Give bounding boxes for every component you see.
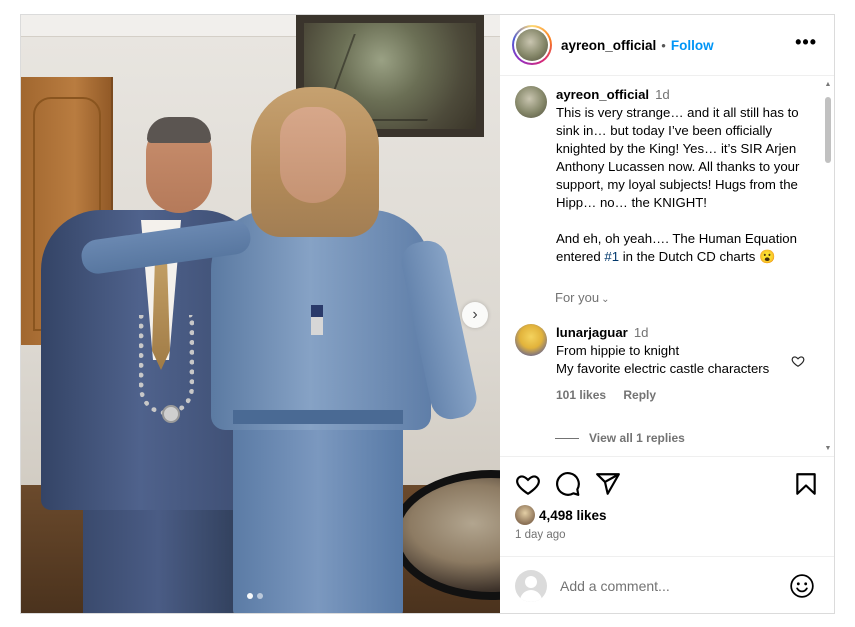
heart-icon[interactable] [515,471,541,497]
carousel-next-button[interactable]: › [462,302,488,328]
post-photo[interactable]: › [21,15,500,613]
post-caption: ayreon_official 1d This is very strange… … [515,86,811,266]
post-dialog: › ayreon_official • Follow ••• ayreon_of… [20,14,835,614]
post-side-panel: ayreon_official • Follow ••• ayreon_offi… [500,15,834,613]
commenter-username[interactable]: lunarjaguar [556,325,628,340]
liker-avatar [515,505,535,525]
caption-age: 1d [655,87,670,102]
likes-summary[interactable]: 4,498 likes [515,505,607,525]
photo-right-man-belt [233,410,403,424]
post-time: 1 day ago [515,529,566,541]
current-user-avatar [515,570,547,602]
carousel-dot-1 [247,593,253,599]
emoji-icon[interactable] [789,573,815,599]
comment-item: lunarjaguar 1d From hippie to knight My f… [515,324,815,404]
post-header: ayreon_official • Follow ••• [500,15,834,76]
for-you-toggle[interactable]: For you ⌄ [555,290,609,305]
scroll-down-arrow-icon[interactable]: ▼ [824,445,832,453]
comment-heart-icon[interactable] [791,354,805,368]
comment-line-1: From hippie to knight [556,343,680,358]
carousel-dot-2 [257,593,263,599]
commenter-avatar[interactable] [515,324,547,356]
replies-divider [555,437,579,439]
caption-text: This is very strange… and it all still h… [556,105,800,264]
photo-right-man-jeans [233,410,403,613]
scroll-up-arrow-icon[interactable]: ▲ [824,81,832,89]
for-you-label: For you [555,290,600,305]
author-avatar[interactable] [512,25,552,65]
comment-line-2: My favorite electric castle characters [556,361,770,376]
caption-avatar[interactable] [515,86,547,118]
add-comment-bar [500,556,834,613]
photo-right-man-head [280,107,346,203]
follow-button[interactable]: Follow [671,38,714,53]
chevron-down-icon: ⌄ [601,294,610,305]
caption-username[interactable]: ayreon_official [556,87,649,102]
comment-likes[interactable]: 101 likes [556,388,606,402]
photo-mayor-chain [139,315,194,415]
header-separator: • [661,37,666,53]
photo-left-man-hair [147,117,211,143]
view-replies-button[interactable]: View all 1 replies [555,431,685,445]
comment-reply-button[interactable]: Reply [623,388,656,402]
view-replies-label: View all 1 replies [589,431,685,445]
share-icon[interactable] [595,471,621,497]
comment-input[interactable] [560,578,780,594]
more-icon[interactable]: ••• [795,33,817,51]
bookmark-icon[interactable] [793,471,819,497]
comments-list[interactable]: ayreon_official 1d This is very strange… … [500,76,834,456]
comment-icon[interactable] [555,471,581,497]
photo-knight-badge [311,305,323,335]
comments-scrollbar[interactable]: ▲ ▼ [824,81,832,453]
author-username[interactable]: ayreon_official [561,38,656,53]
likes-count[interactable]: 4,498 likes [539,508,607,523]
scrollbar-thumb[interactable] [825,97,831,163]
comment-age: 1d [633,325,649,340]
carousel-dots [247,593,263,599]
photo-chain-medal [162,405,180,423]
chevron-right-icon: › [472,306,478,323]
hashtag-link[interactable]: #1 [604,249,619,264]
